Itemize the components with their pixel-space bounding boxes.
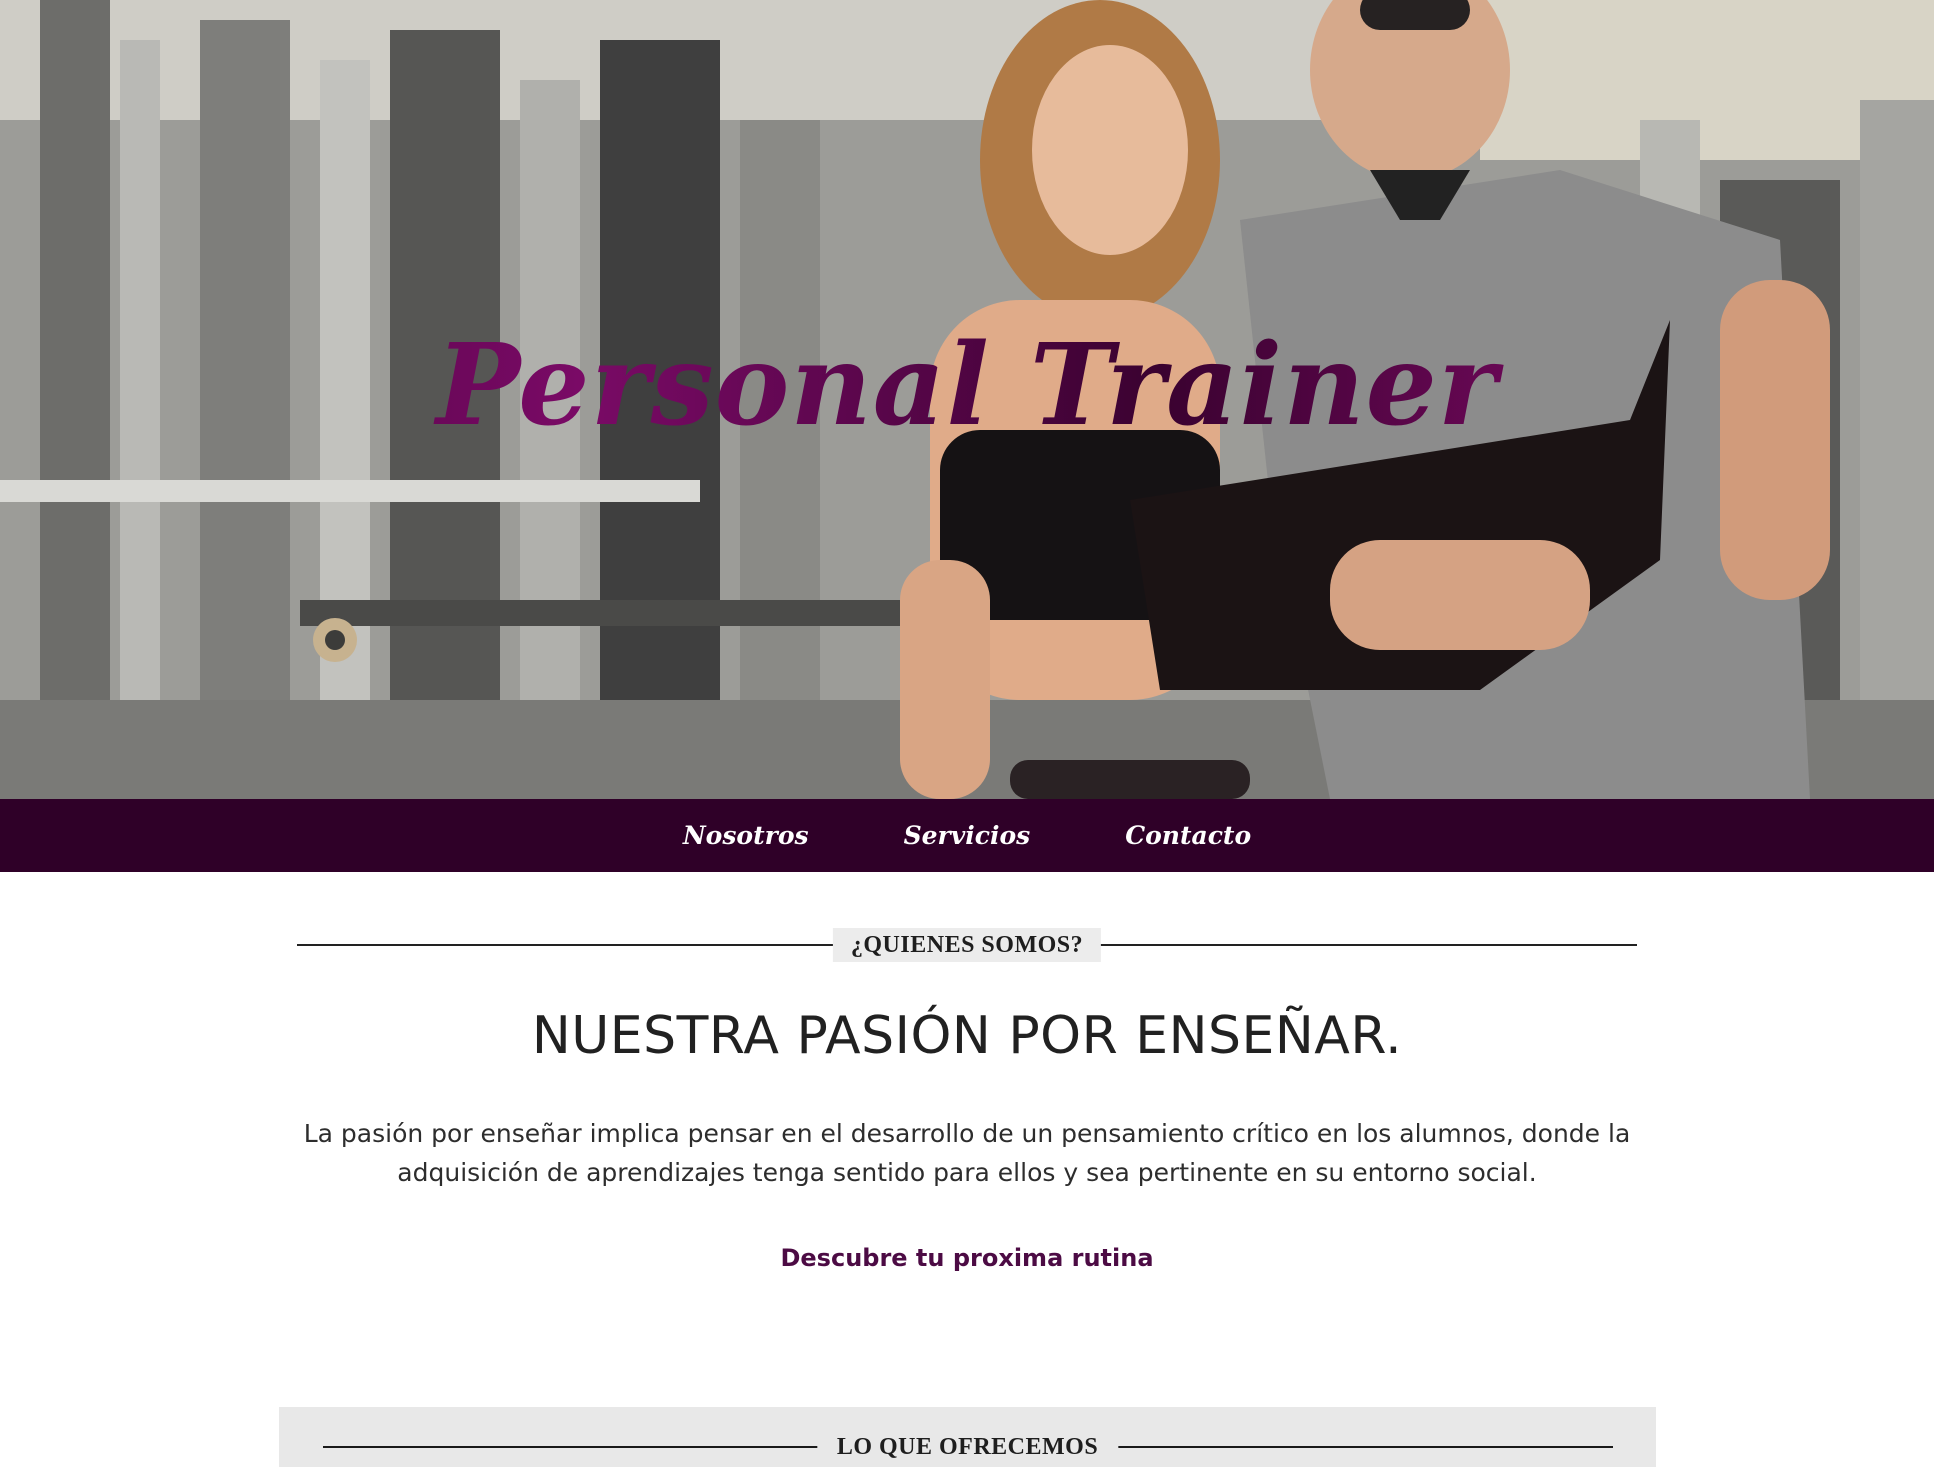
about-section-divider: ¿QUIENES SOMOS? [297,928,1637,962]
about-section: ¿QUIENES SOMOS? NUESTRA PASIÓN POR ENSEÑ… [0,928,1934,1272]
nav-item-servicios[interactable]: Servicios [904,821,1031,850]
discover-routine-link[interactable]: Descubre tu proxima rutina [717,1244,1217,1272]
offer-section-label: LO QUE OFRECEMOS [816,1430,1119,1464]
about-heading: NUESTRA PASIÓN POR ENSEÑAR. [531,1006,1403,1066]
main-navigation: Nosotros Servicios Contacto [0,799,1934,872]
site-title: Personal Trainer [0,330,1934,442]
nav-item-contacto[interactable]: Contacto [1125,821,1251,850]
hero-banner: Personal Trainer [0,0,1934,799]
offer-section: LO QUE OFRECEMOS [279,1407,1656,1467]
about-section-label: ¿QUIENES SOMOS? [832,928,1102,962]
about-description: La pasión por enseñar implica pensar en … [303,1119,1631,1187]
nav-item-nosotros[interactable]: Nosotros [683,821,809,850]
offer-section-divider: LO QUE OFRECEMOS [322,1430,1613,1464]
